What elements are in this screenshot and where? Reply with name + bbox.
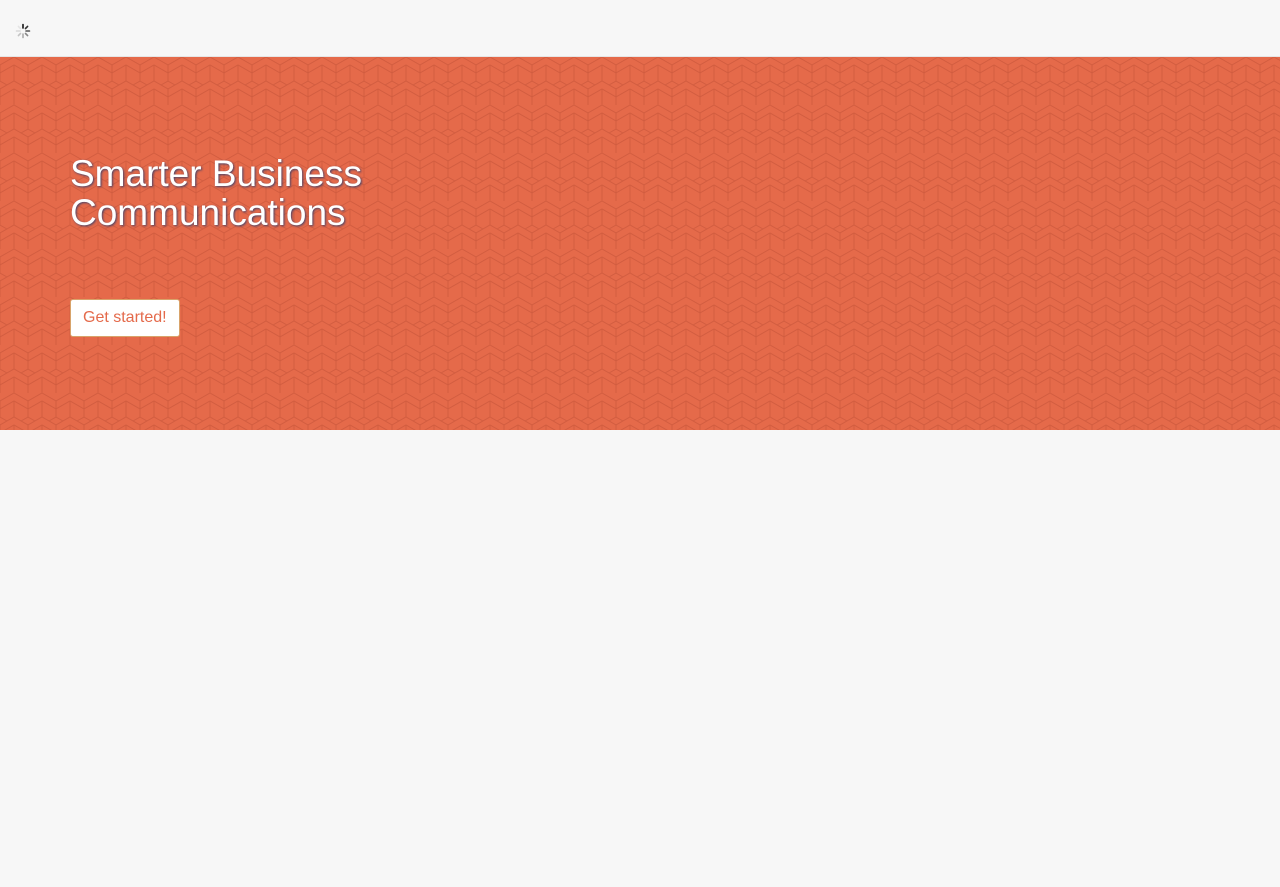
top-bar [0,0,1280,57]
hero-pattern-background [0,57,1280,430]
spinner-icon [15,23,31,39]
main-content-area [0,430,1280,887]
hero-banner: Smarter Business Communications Get star… [0,57,1280,430]
get-started-button[interactable]: Get started! [70,299,180,337]
hero-title: Smarter Business Communications [70,153,362,233]
